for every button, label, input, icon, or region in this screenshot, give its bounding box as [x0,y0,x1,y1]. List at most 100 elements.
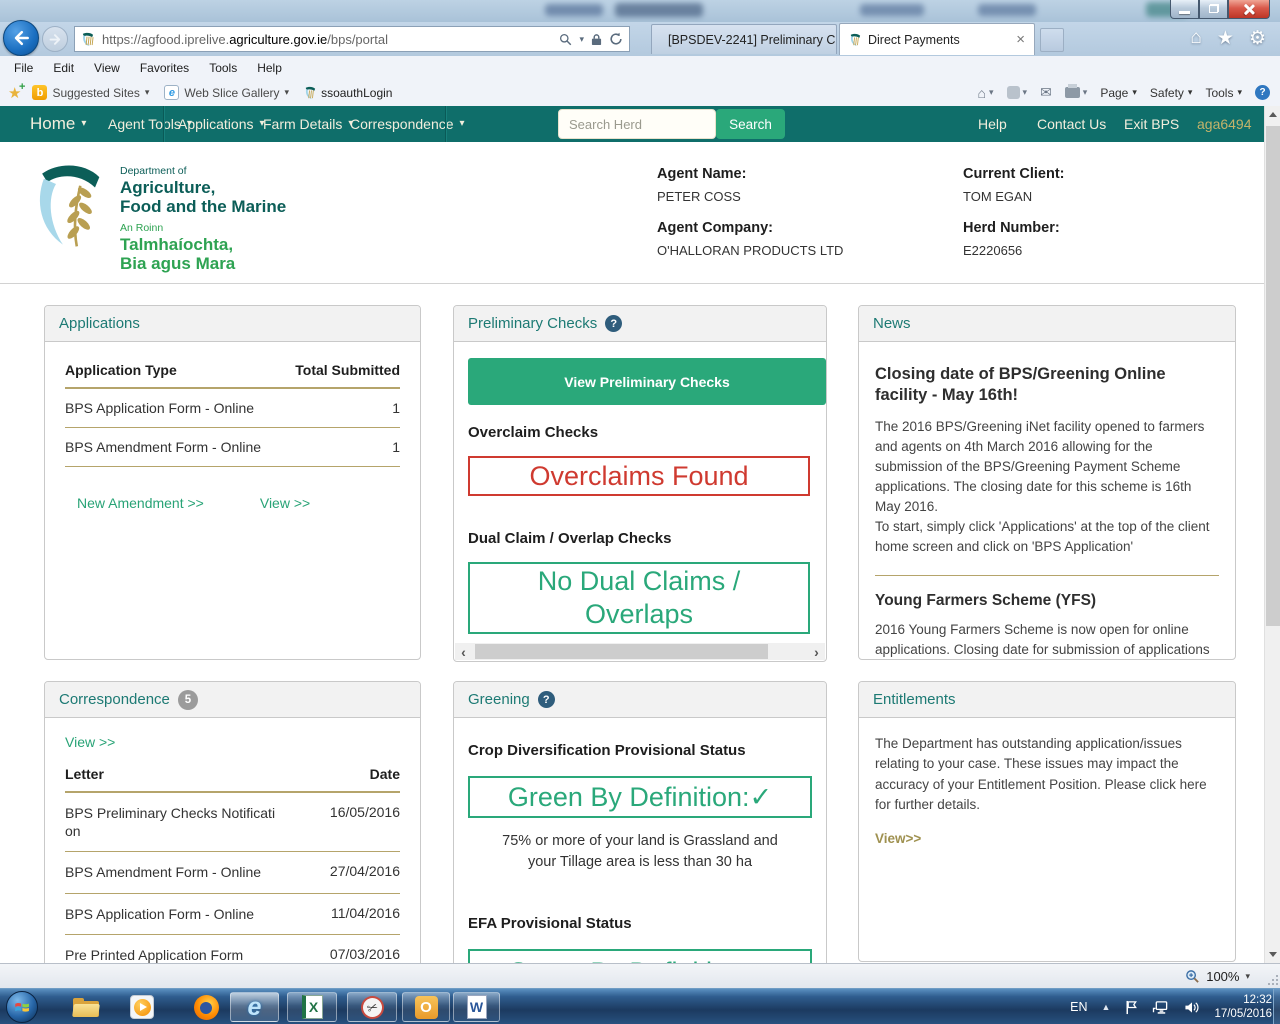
menu-view[interactable]: View [84,61,130,75]
taskbar-clock[interactable]: 12:32 17/05/2016 [1214,993,1272,1021]
menu-help[interactable]: Help [247,61,292,75]
language-indicator[interactable]: EN [1070,1000,1087,1014]
correspondence-view-link[interactable]: View >> [65,734,115,750]
help-icon[interactable]: ? [538,691,555,708]
favorites-bar: ★+ b Suggested Sites ▾ e Web Slice Galle… [0,79,1280,106]
nav-home[interactable]: Home▾ [30,106,86,142]
nav-help[interactable]: Help [978,106,1007,142]
horizontal-scrollbar[interactable]: ‹ › [455,643,825,660]
refresh-icon[interactable] [609,32,623,46]
resize-grip[interactable] [1266,973,1278,985]
explorer-icon [73,998,99,1017]
taskbar-firefox[interactable] [186,992,226,1022]
taskbar-explorer[interactable] [66,992,106,1022]
windows-logo-icon [13,998,31,1016]
close-tab-icon[interactable]: × [1006,31,1025,48]
help-icon[interactable]: ? [605,315,622,332]
redacted-title-text [860,4,924,16]
menu-tools[interactable]: Tools [199,61,247,75]
close-button[interactable] [1228,0,1270,19]
forward-button[interactable] [42,26,68,52]
taskbar-snipping-tool[interactable]: ✂ [347,992,397,1022]
logo-text: Talmhaíochta, [120,235,286,254]
feeds-button[interactable]: ▾ [1007,86,1028,99]
search-button[interactable]: Search [716,109,785,139]
panel-title: Correspondence [59,691,170,708]
nav-exit-bps[interactable]: Exit BPS [1124,106,1179,142]
home-menu-button[interactable]: ⌂▾ [978,85,994,101]
new-amendment-link[interactable]: New Amendment >> [77,495,204,511]
safety-menu[interactable]: Safety▾ [1150,86,1193,100]
entitlements-view-link[interactable]: View>> [875,829,921,849]
zoom-control[interactable]: 100% ▾ [1185,964,1250,988]
view-preliminary-checks-button[interactable]: View Preliminary Checks [468,358,826,405]
taskbar-media-player[interactable] [122,992,162,1022]
nav-divider [163,106,164,142]
menu-edit[interactable]: Edit [43,61,84,75]
nav-applications[interactable]: Applications▾ [178,106,265,142]
settings-gear-icon[interactable]: ⚙ [1249,27,1266,50]
restore-button[interactable] [1199,0,1228,19]
read-mail-button[interactable]: ✉ [1040,84,1052,101]
scroll-right-icon[interactable]: › [808,643,825,660]
volume-icon[interactable] [1184,1000,1200,1015]
client-info: Current Client: TOM EGAN Herd Number: E2… [963,166,1065,258]
logo-text: Agriculture, [120,178,286,197]
window-title-bar[interactable] [0,0,1280,22]
chevron-down-icon: ▾ [989,88,994,97]
tools-menu[interactable]: Tools▾ [1205,86,1242,100]
zoom-caret-icon[interactable]: ▾ [1245,972,1250,981]
outlook-icon: O [415,996,438,1019]
scroll-up-icon[interactable] [1265,106,1280,123]
scroll-left-icon[interactable]: ‹ [455,643,472,660]
letter-name: BPS Application Form - Online [65,905,280,923]
menu-favorites[interactable]: Favorites [130,61,199,75]
url-scheme-host: https://agfood.iprelive. [102,32,229,47]
search-options-caret-icon[interactable]: ▾ [579,35,584,44]
start-button[interactable] [6,991,38,1023]
search-icon[interactable] [559,33,572,46]
back-button[interactable] [3,20,39,56]
scrollbar-thumb[interactable] [1266,126,1280,626]
close-icon [1243,3,1255,15]
ie-help-icon[interactable]: ? [1255,85,1270,100]
page-menu[interactable]: Page▾ [1100,86,1137,100]
taskbar-excel[interactable]: X [287,992,337,1022]
vertical-scrollbar[interactable] [1264,106,1280,963]
nav-correspondence[interactable]: Correspondence▾ [350,106,465,142]
scroll-down-icon[interactable] [1265,946,1280,963]
address-bar[interactable]: https://agfood.iprelive.agriculture.gov.… [74,26,630,52]
favorites-star-icon[interactable]: ★ [1217,27,1234,50]
favorite-ssoauthlogin[interactable]: ssoauthLogin [300,86,396,100]
chevron-down-icon: ▾ [460,119,465,129]
redacted-title-text [978,4,1036,16]
scrollbar-thumb[interactable] [475,644,768,659]
add-favorite-icon[interactable]: ★+ [8,84,21,102]
restore-icon [1209,5,1218,13]
nav-farm-details[interactable]: Farm Details▾ [263,106,353,142]
view-applications-link[interactable]: View >> [260,495,310,511]
favorite-label: Web Slice Gallery [184,86,279,100]
print-button[interactable]: ▾ [1065,87,1088,98]
favorite-suggested-sites[interactable]: b Suggested Sites ▾ [28,85,153,100]
action-center-flag-icon[interactable] [1124,1000,1138,1015]
logo-text: An Roinn [120,223,286,235]
taskbar-word[interactable]: W [453,992,500,1022]
nav-contact-us[interactable]: Contact Us [1037,106,1106,142]
home-icon[interactable]: ⌂ [1190,27,1201,50]
taskbar-outlook[interactable]: O [402,992,450,1022]
taskbar-internet-explorer[interactable]: e [230,992,279,1022]
nav-username[interactable]: aga6494 [1197,106,1252,142]
chevron-down-icon: ▾ [81,119,86,129]
system-tray: EN ▲ 12:32 17/05/2016 [1070,989,1272,1024]
network-icon[interactable] [1152,1000,1170,1015]
minimize-button[interactable] [1170,0,1199,19]
show-hidden-icons[interactable]: ▲ [1102,1002,1111,1012]
favorite-web-slice-gallery[interactable]: e Web Slice Gallery ▾ [160,85,293,100]
new-tab-button[interactable] [1040,28,1064,52]
menu-file[interactable]: File [4,61,43,75]
search-herd-input[interactable] [558,109,716,139]
tab-preliminary-checks[interactable]: [BPSDEV-2241] Preliminary Ch... [651,24,837,54]
show-desktop-button[interactable] [1273,989,1280,1024]
tab-direct-payments[interactable]: Direct Payments × [839,23,1035,55]
